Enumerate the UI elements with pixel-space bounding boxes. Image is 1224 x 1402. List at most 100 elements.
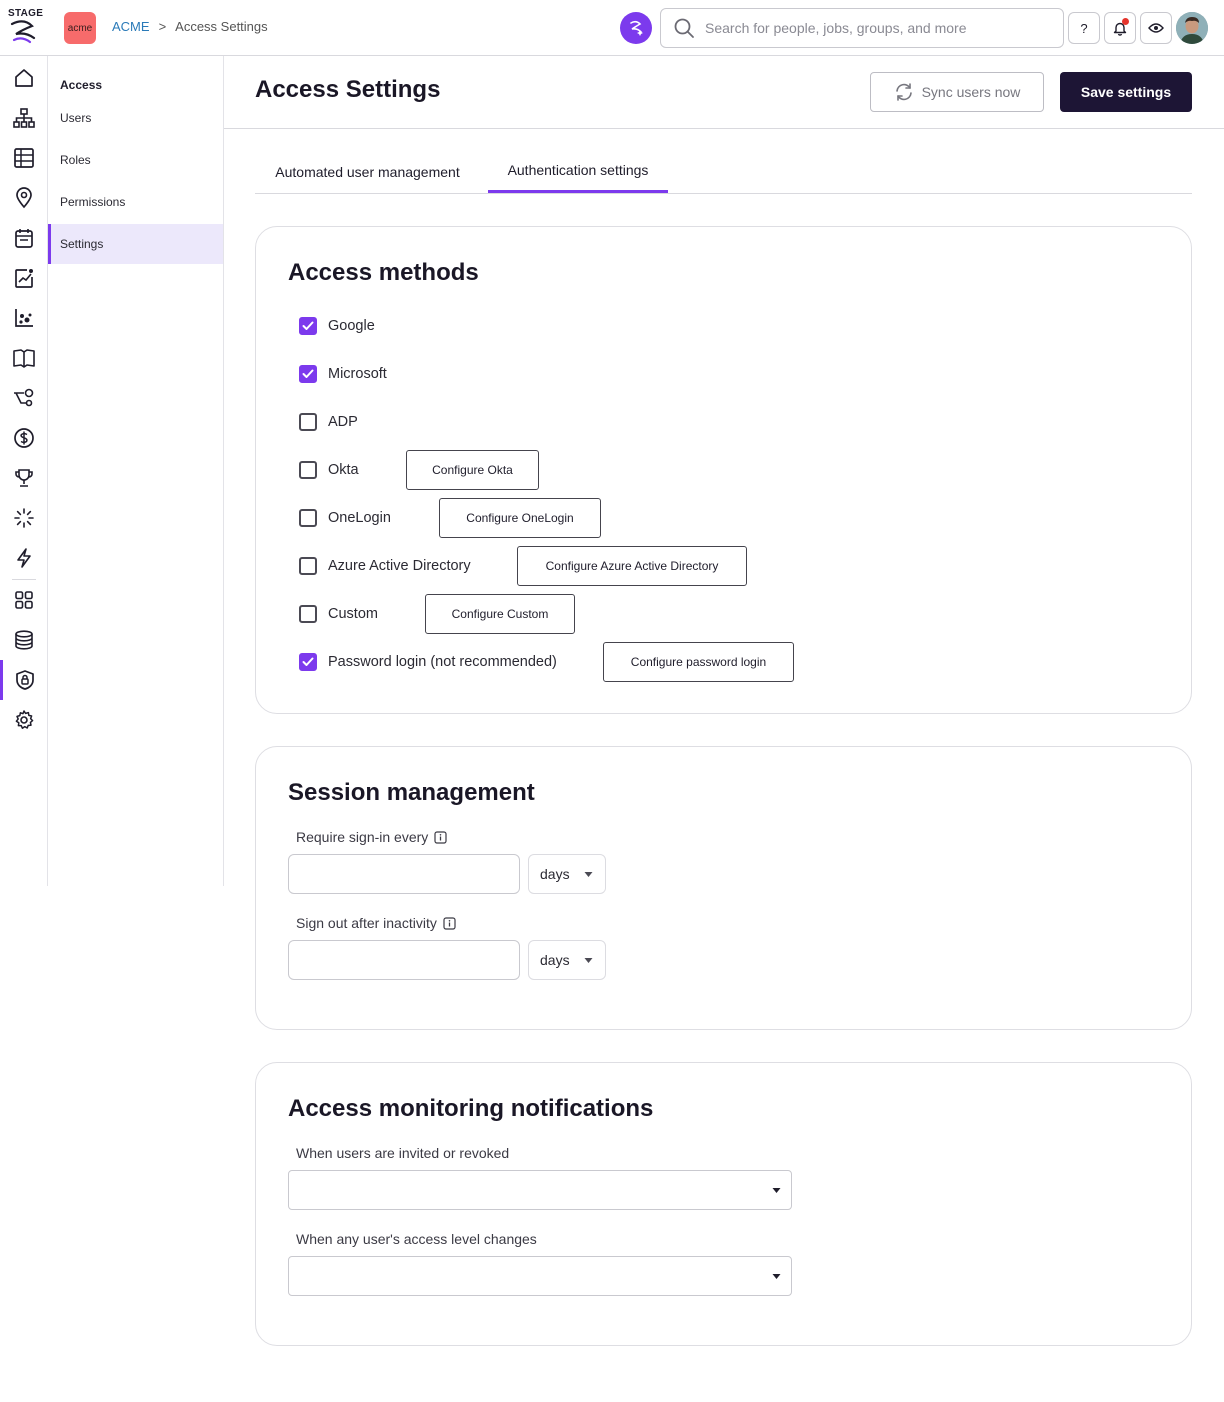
org-logo-text: acme [67, 22, 93, 34]
adp-checkbox[interactable] [299, 413, 317, 431]
custom-checkbox[interactable] [299, 605, 317, 623]
access-subnav: Access Users Roles Permissions Settings [48, 56, 224, 886]
sign-in-field-label: Require sign-in every [296, 829, 447, 845]
trophy-icon [14, 469, 33, 487]
invited-revoked-dropdown[interactable] [288, 1170, 792, 1210]
rail-home[interactable] [0, 58, 47, 98]
configure-password-login-button[interactable]: Configure password login [603, 642, 794, 682]
grid-icon [14, 591, 33, 609]
rail-org-chart[interactable] [0, 98, 47, 138]
rail-table[interactable] [0, 138, 47, 178]
ai-assistant-button[interactable] [620, 12, 652, 44]
method-label: Azure Active Directory [328, 558, 471, 574]
session-management-title: Session management [288, 779, 535, 806]
rail-scatter[interactable] [0, 298, 47, 338]
level-change-field-label: When any user's access level changes [296, 1231, 537, 1247]
lightning-icon [16, 548, 31, 568]
eye-icon [1148, 23, 1164, 33]
method-row-password: Password login (not recommended) [299, 642, 557, 682]
ai-sparkle-icon [630, 20, 643, 36]
sync-users-label: Sync users now [921, 84, 1021, 100]
checkmark-icon [302, 657, 314, 666]
search-field[interactable] [660, 8, 1064, 48]
preview-button[interactable] [1140, 12, 1172, 44]
breadcrumb-separator: > [158, 19, 167, 34]
rail-automations[interactable] [0, 538, 47, 578]
notifications-button[interactable] [1104, 12, 1136, 44]
rail-settings[interactable] [0, 700, 47, 740]
caret-down-icon [772, 1188, 781, 1193]
search-input[interactable] [705, 20, 1045, 36]
method-row-azure: Azure Active Directory [299, 546, 471, 586]
caret-down-icon [772, 1274, 781, 1279]
sign-in-duration-input[interactable] [288, 854, 520, 894]
subnav-item-users[interactable]: Users [48, 98, 223, 138]
level-change-label-text: When any user's access level changes [296, 1231, 537, 1247]
avatar-image [1176, 12, 1208, 44]
help-icon: ? [1080, 20, 1088, 36]
subnav-heading: Access [60, 78, 103, 92]
inactivity-label-text: Sign out after inactivity [296, 915, 437, 931]
invited-label-text: When users are invited or revoked [296, 1145, 510, 1161]
notification-dot [1122, 18, 1129, 25]
configure-custom-button[interactable]: Configure Custom [425, 594, 575, 634]
inactivity-duration-input[interactable] [288, 940, 520, 980]
rail-workflows[interactable] [0, 378, 47, 418]
method-label: Password login (not recommended) [328, 654, 557, 670]
inactivity-unit-value: days [540, 952, 570, 968]
rail-compensation[interactable] [0, 418, 47, 458]
rail-data[interactable] [0, 620, 47, 660]
stage-logo[interactable]: STAGE [6, 8, 43, 48]
configure-okta-button[interactable]: Configure Okta [406, 450, 539, 490]
access-methods-title: Access methods [288, 259, 479, 286]
user-avatar[interactable] [1176, 12, 1208, 44]
caret-down-icon [584, 958, 593, 963]
method-label: Microsoft [328, 366, 387, 382]
access-monitoring-card: Access monitoring notifications When use… [255, 1062, 1192, 1346]
sign-in-unit-select[interactable]: days [528, 854, 606, 894]
org-logo[interactable]: acme [64, 12, 96, 44]
save-settings-button[interactable]: Save settings [1060, 72, 1192, 112]
onelogin-checkbox[interactable] [299, 509, 317, 527]
configure-onelogin-button[interactable]: Configure OneLogin [439, 498, 601, 538]
method-row-microsoft: Microsoft [299, 354, 387, 394]
tab-automated-user-management[interactable]: Automated user management [255, 152, 480, 193]
workflow-icon [13, 388, 33, 407]
configure-azure-button[interactable]: Configure Azure Active Directory [517, 546, 747, 586]
breadcrumb-org-link[interactable]: ACME [112, 19, 150, 34]
sync-users-button[interactable]: Sync users now [870, 72, 1044, 112]
app-icon-rail [0, 56, 48, 886]
password-login-checkbox[interactable] [299, 653, 317, 671]
inactivity-unit-select[interactable]: days [528, 940, 606, 980]
rail-loading[interactable] [0, 498, 47, 538]
rail-apps[interactable] [0, 580, 47, 620]
info-icon[interactable] [443, 916, 456, 930]
sign-in-unit-value: days [540, 866, 570, 882]
tab-authentication-settings[interactable]: Authentication settings [488, 152, 668, 193]
method-row-adp: ADP [299, 402, 358, 442]
subnav-item-settings[interactable]: Settings [48, 224, 223, 264]
microsoft-checkbox[interactable] [299, 365, 317, 383]
okta-checkbox[interactable] [299, 461, 317, 479]
shield-lock-icon [16, 670, 34, 690]
rail-learning[interactable] [0, 338, 47, 378]
spinner-icon [13, 508, 34, 528]
caret-down-icon [584, 872, 593, 877]
rail-analytics[interactable] [0, 258, 47, 298]
rail-recognition[interactable] [0, 458, 47, 498]
rail-locations[interactable] [0, 178, 47, 218]
info-icon[interactable] [434, 830, 447, 844]
home-icon [14, 69, 33, 87]
azure-checkbox[interactable] [299, 557, 317, 575]
access-level-change-dropdown[interactable] [288, 1256, 792, 1296]
access-methods-card: Access methods Google Microsoft ADP Okta… [255, 226, 1192, 714]
help-button[interactable]: ? [1068, 12, 1100, 44]
google-checkbox[interactable] [299, 317, 317, 335]
rail-calendar[interactable] [0, 218, 47, 258]
settings-tabs: Automated user management Authentication… [255, 152, 1192, 194]
rail-access[interactable] [0, 660, 47, 700]
method-label: Google [328, 318, 375, 334]
subnav-item-permissions[interactable]: Permissions [48, 182, 223, 222]
org-chart-icon [12, 108, 35, 128]
subnav-item-roles[interactable]: Roles [48, 140, 223, 180]
